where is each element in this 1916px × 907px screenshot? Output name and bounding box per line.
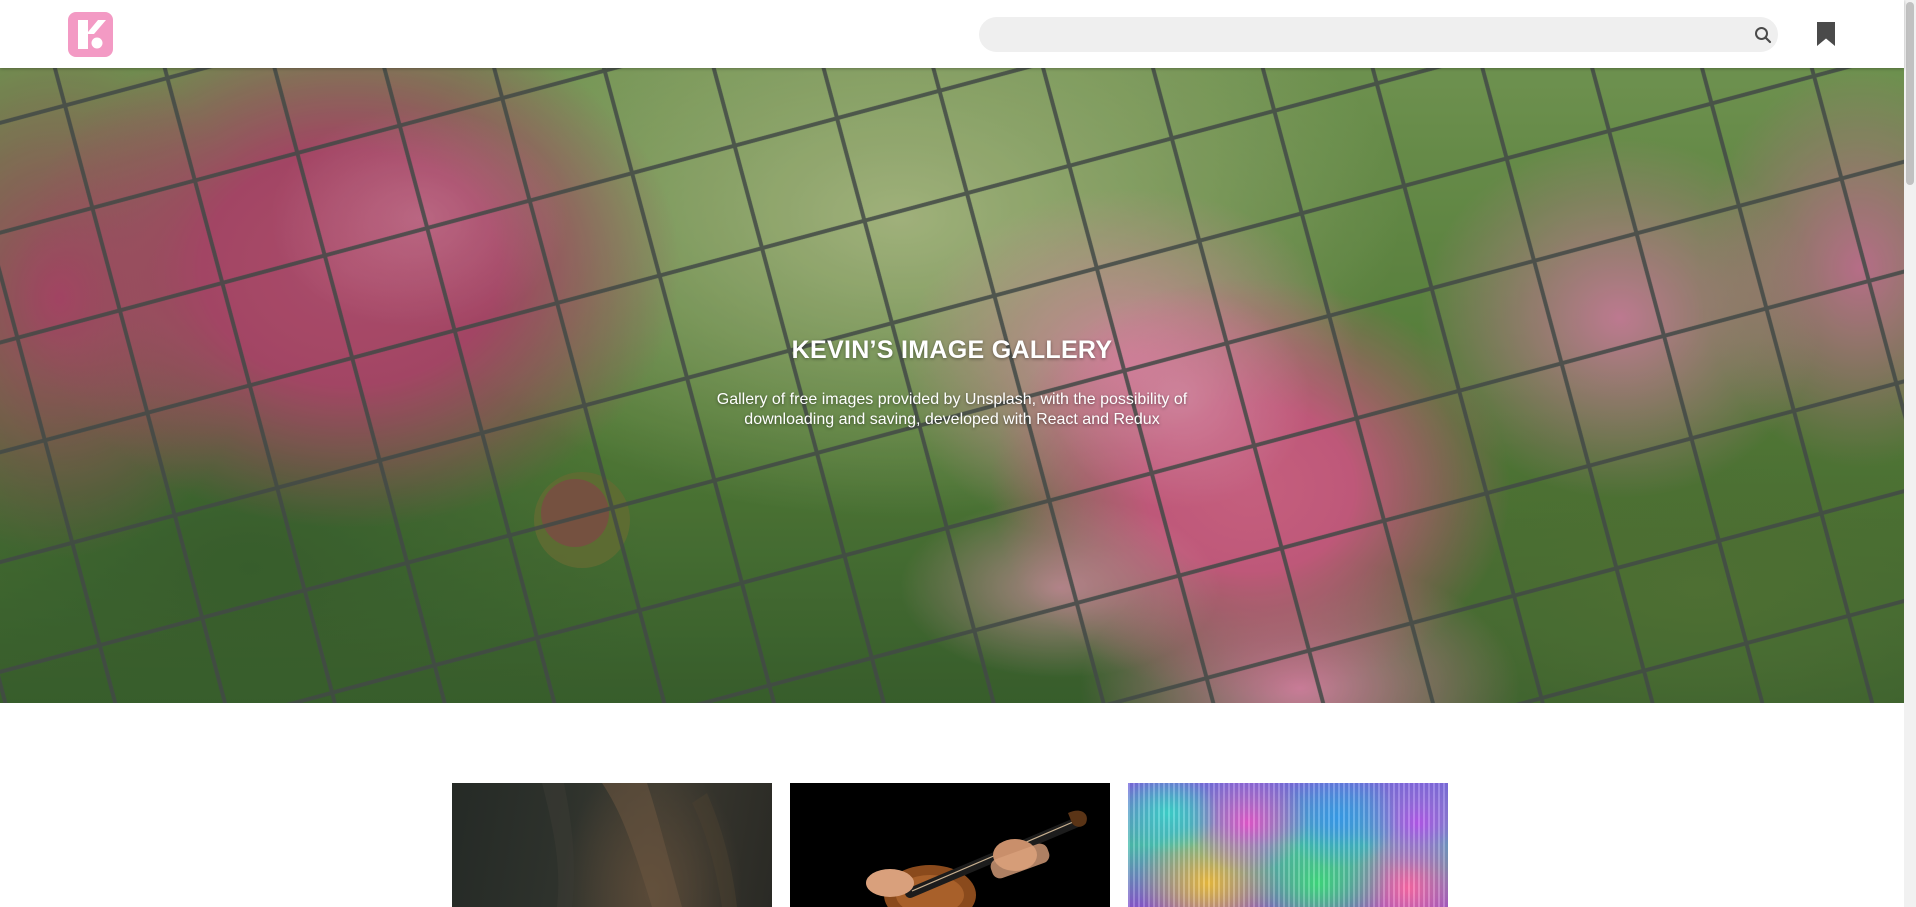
gallery-image-card[interactable]: [790, 783, 1110, 907]
violin-image: [866, 810, 1087, 907]
page-scrollbar[interactable]: [1904, 0, 1916, 907]
image-grid: [0, 703, 1904, 907]
search-input[interactable]: [995, 17, 1719, 54]
search-bar: [979, 17, 1778, 54]
hero-subtitle: Gallery of free images provided by Unspl…: [716, 391, 1188, 428]
gallery-image-card[interactable]: [1128, 783, 1448, 907]
hero-title: KEVIN’S IMAGE GALLERY: [791, 336, 1113, 364]
cliff-image: [542, 783, 737, 907]
gallery-image-card[interactable]: [452, 783, 772, 907]
logo-icon[interactable]: [68, 12, 113, 57]
top-navbar: [0, 0, 1904, 68]
hero-banner: KEVIN’S IMAGE GALLERY Gallery of free im…: [0, 68, 1904, 703]
bookmark-icon[interactable]: [1815, 20, 1837, 48]
hero-overlay: [0, 68, 1904, 703]
search-icon[interactable]: [1753, 25, 1773, 45]
abstract-image: [1128, 783, 1448, 907]
scrollbar-thumb[interactable]: [1906, 2, 1914, 185]
